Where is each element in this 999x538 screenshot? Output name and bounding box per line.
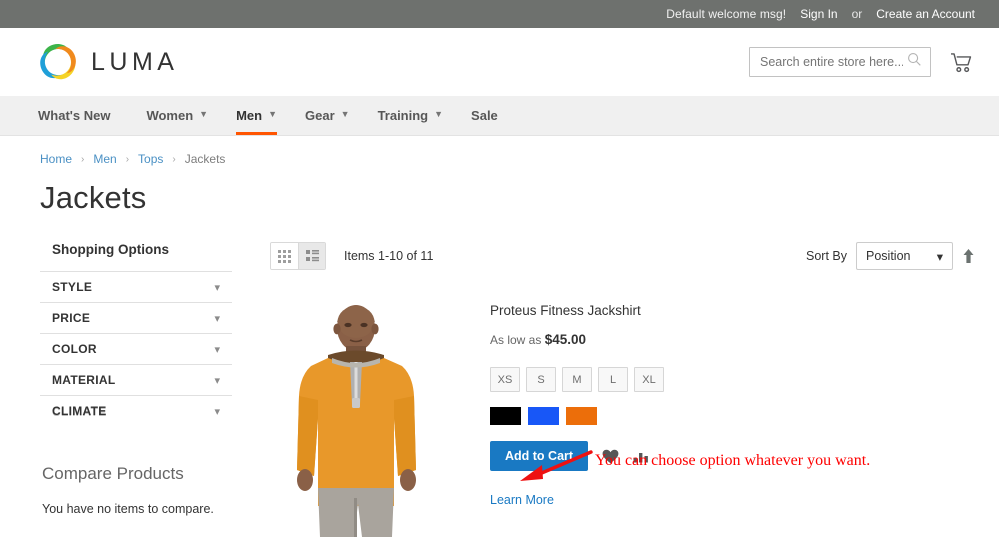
nav-label: Training	[378, 108, 429, 123]
breadcrumb-item-men[interactable]: Men	[93, 152, 116, 166]
size-swatch-l[interactable]: L	[598, 367, 628, 392]
sidebar: Shopping Options STYLE ▾ PRICE ▾ COLOR ▾…	[38, 242, 232, 538]
chevron-down-icon: ▾	[214, 312, 220, 325]
nav-item-men[interactable]: Men ▼	[222, 96, 291, 135]
sort-area: Sort By Position ▾	[806, 242, 975, 270]
nav-item-women[interactable]: Women ▼	[132, 96, 222, 135]
size-swatches: XS S M L XL	[490, 347, 664, 392]
chevron-down-icon: ▾	[214, 281, 220, 294]
filter-style[interactable]: STYLE ▾	[40, 271, 232, 302]
search-icon[interactable]	[907, 52, 922, 72]
nav-label: Women	[146, 108, 193, 123]
chevron-down-icon: ▾	[214, 374, 220, 387]
product-toolbar: Items 1-10 of 11 Sort By Position ▾	[270, 242, 975, 270]
view-mode-switch	[270, 242, 326, 270]
page-container: Home › Men › Tops › Jackets Jackets Shop…	[0, 136, 999, 538]
color-swatches	[490, 392, 664, 425]
list-view-icon[interactable]	[298, 243, 325, 269]
welcome-message: Default welcome msg!	[666, 7, 786, 21]
size-swatch-m[interactable]: M	[562, 367, 592, 392]
filter-price[interactable]: PRICE ▾	[40, 302, 232, 333]
chevron-down-icon: ▼	[268, 110, 277, 119]
site-header: LUMA	[0, 28, 999, 96]
breadcrumb-separator-icon: ›	[81, 154, 84, 165]
add-to-cart-button[interactable]: Add to Cart	[490, 441, 588, 471]
annotation-text: You can choose option whatever you want.	[595, 452, 870, 470]
chevron-down-icon: ▼	[341, 110, 350, 119]
nav-label: Gear	[305, 108, 335, 123]
compare-products-heading: Compare Products	[40, 426, 232, 484]
color-swatch-orange[interactable]	[566, 407, 597, 425]
or-text: or	[852, 7, 863, 21]
color-swatch-blue[interactable]	[528, 407, 559, 425]
nav-item-whats-new[interactable]: What's New	[38, 96, 132, 135]
price-prefix: As low as	[490, 333, 541, 347]
learn-more-link[interactable]: Learn More	[490, 471, 554, 507]
sign-in-link[interactable]: Sign In	[800, 7, 837, 21]
luma-logo-icon	[38, 42, 78, 82]
nav-item-training[interactable]: Training ▼	[364, 96, 457, 135]
filter-label: STYLE	[52, 280, 92, 294]
search-box[interactable]	[749, 47, 931, 77]
page-title: Jackets	[38, 172, 975, 216]
proteus-fitness-jackshirt-photo	[270, 292, 445, 537]
filter-material[interactable]: MATERIAL ▾	[40, 364, 232, 395]
filter-label: COLOR	[52, 342, 97, 356]
product-list-column: Items 1-10 of 11 Sort By Position ▾	[232, 242, 975, 538]
product-item: Proteus Fitness Jackshirt As low as $45.…	[270, 270, 975, 538]
shopping-options-heading: Shopping Options	[40, 242, 232, 271]
content-area: Shopping Options STYLE ▾ PRICE ▾ COLOR ▾…	[38, 216, 975, 538]
chevron-down-icon: ▼	[199, 110, 208, 119]
nav-label: Men	[236, 108, 262, 123]
breadcrumb-separator-icon: ›	[172, 154, 175, 165]
nav-label: Sale	[471, 108, 498, 123]
top-panel: Default welcome msg! Sign In or Create a…	[0, 0, 999, 28]
chevron-down-icon: ▾	[937, 249, 943, 264]
grid-view-icon[interactable]	[271, 243, 298, 269]
sort-select[interactable]: Position ▾	[856, 242, 953, 270]
product-name[interactable]: Proteus Fitness Jackshirt	[490, 303, 641, 318]
product-price: As low as $45.00	[490, 320, 664, 347]
nav-label: What's New	[38, 108, 110, 123]
items-count: Items 1-10 of 11	[344, 249, 433, 263]
search-input[interactable]	[760, 55, 903, 69]
product-photo[interactable]	[270, 292, 445, 538]
filter-label: PRICE	[52, 311, 90, 325]
compare-empty-message: You have no items to compare.	[40, 484, 232, 516]
breadcrumb-item-home[interactable]: Home	[40, 152, 72, 166]
color-swatch-black[interactable]	[490, 407, 521, 425]
sort-by-label: Sort By	[806, 249, 847, 263]
breadcrumb-separator-icon: ›	[126, 154, 129, 165]
sort-ascending-arrow-icon[interactable]	[962, 248, 975, 264]
header-right	[749, 47, 975, 77]
main-navigation: What's New Women ▼ Men ▼ Gear ▼ Training…	[0, 96, 999, 136]
size-swatch-s[interactable]: S	[526, 367, 556, 392]
chevron-down-icon: ▾	[214, 343, 220, 356]
size-swatch-xs[interactable]: XS	[490, 367, 520, 392]
filter-label: MATERIAL	[52, 373, 116, 387]
product-info: Proteus Fitness Jackshirt As low as $45.…	[445, 292, 664, 538]
breadcrumb-item-jackets: Jackets	[185, 152, 226, 166]
logo-text: LUMA	[91, 48, 178, 77]
chevron-down-icon: ▾	[214, 405, 220, 418]
nav-item-gear[interactable]: Gear ▼	[291, 96, 364, 135]
create-account-link[interactable]: Create an Account	[876, 7, 975, 21]
sort-select-value: Position	[866, 249, 910, 263]
price-value: $45.00	[545, 332, 586, 347]
filter-climate[interactable]: CLIMATE ▾	[40, 395, 232, 426]
nav-item-sale[interactable]: Sale	[457, 96, 512, 135]
cart-icon[interactable]	[947, 48, 975, 76]
chevron-down-icon: ▼	[434, 110, 443, 119]
breadcrumb-item-tops[interactable]: Tops	[138, 152, 163, 166]
logo[interactable]: LUMA	[38, 42, 178, 82]
size-swatch-xl[interactable]: XL	[634, 367, 664, 392]
filter-color[interactable]: COLOR ▾	[40, 333, 232, 364]
filter-label: CLIMATE	[52, 404, 107, 418]
breadcrumb: Home › Men › Tops › Jackets	[38, 136, 975, 172]
